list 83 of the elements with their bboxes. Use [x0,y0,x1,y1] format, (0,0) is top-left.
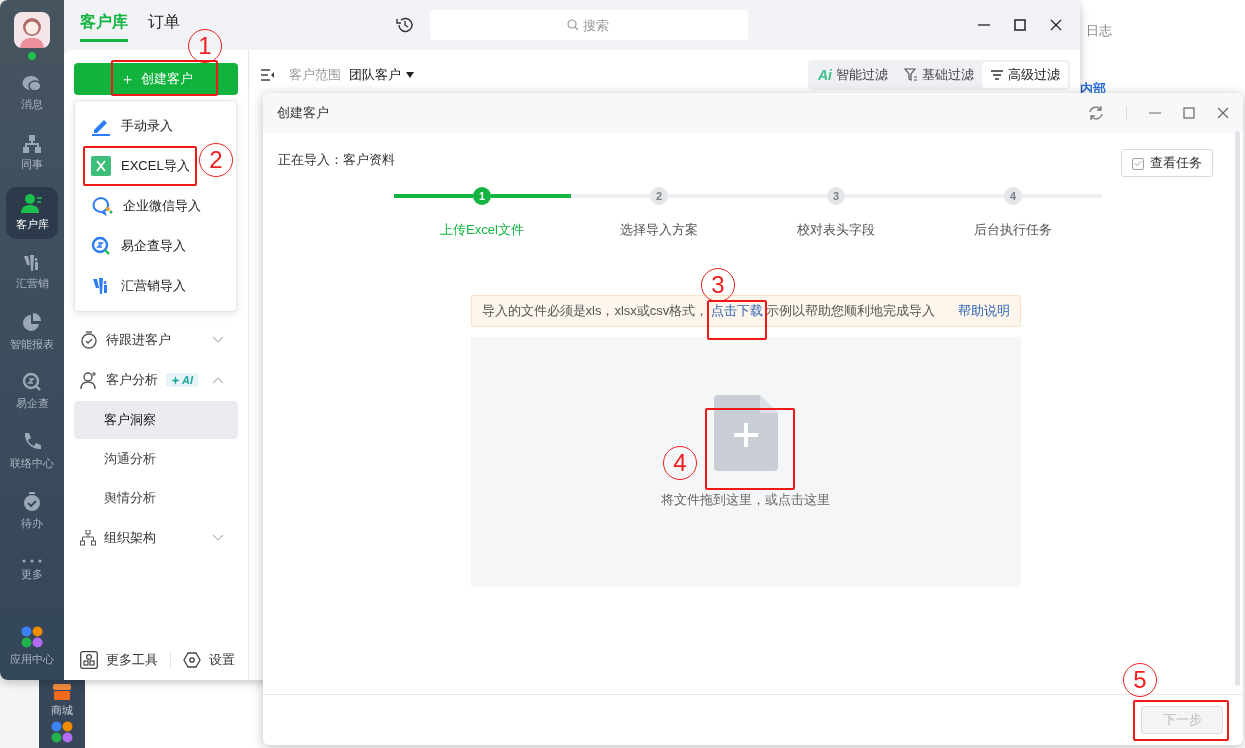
add-file-icon [713,395,778,471]
nav-rail-item[interactable]: 汇营销 [6,246,58,299]
spreadsheet-icon [91,156,111,176]
highlight-frame [707,300,767,340]
pie-chart-icon [22,312,42,333]
nav-rail-item[interactable]: 同事 [6,127,58,180]
scope-dropdown[interactable]: 团队客户 [349,66,414,84]
magnifier-icon [22,372,42,393]
org-chart-icon [22,134,42,153]
footer-link[interactable]: 设置 [183,651,235,669]
step-label: 上传Excel文件 [440,221,524,239]
filter-button[interactable]: Ai 智能过滤 [810,62,896,88]
nav-item[interactable]: 待跟进客户 [64,320,248,360]
nav-rail-item[interactable]: 应用中心 [6,620,58,673]
filter-button[interactable]: 高级过滤 [982,62,1068,88]
stopwatch-icon [80,331,98,349]
clipboard-icon [1132,156,1144,170]
download-link[interactable]: 点击下载 [708,303,767,318]
step-number: 3 [827,187,845,205]
tab-label: 日志 [1086,22,1112,40]
step-number: 2 [650,187,668,205]
view-tasks-button[interactable]: 查看任务 [1121,149,1213,177]
menu-item[interactable]: 企业微信导入 [86,189,201,223]
close-icon[interactable] [1050,19,1062,31]
collapse-icon[interactable] [261,69,275,81]
scrollbar[interactable] [1235,131,1240,686]
nav-subitem[interactable]: 沟通分析 [74,440,238,478]
search-field[interactable]: 搜索 [430,10,748,40]
filter-icon [990,69,1004,81]
footer-link[interactable]: 更多工具 [80,651,158,669]
nav-rail-item[interactable]: 联络中心 [6,425,58,478]
dialog-title: 创建客户 [277,104,329,122]
nav-item[interactable]: 客户分析 AI [64,360,248,400]
avatar[interactable] [14,12,50,48]
history-icon[interactable] [396,16,414,34]
nav-rail-item[interactable]: 易企查 [6,366,58,418]
menu-item[interactable]: 易企查导入 [86,229,186,263]
step-number: 4 [1004,187,1022,205]
settings-icon [183,652,201,668]
menu-item[interactable]: 汇营销导入 [86,269,186,303]
magnifier-icon [91,236,111,256]
stopwatch-icon [22,491,42,512]
maximize-icon[interactable] [1014,19,1026,31]
phone-icon [22,431,42,452]
import-status-text: 正在导入：客户资料 [278,151,395,169]
refresh-icon[interactable] [1088,105,1104,121]
nav-item[interactable]: 组织架构 [64,518,248,558]
nav-rail-item[interactable]: 待办 [6,485,58,537]
apps-icon [51,721,73,743]
nav-subitem[interactable]: 舆情分析 [74,479,238,517]
help-link[interactable]: 帮助说明 [957,302,1010,320]
ai-icon: Ai [818,67,832,83]
funnel-icon [904,68,918,82]
org-chart-icon [80,530,96,546]
apps-icon [21,625,43,648]
more-icon [22,559,42,564]
caret-icon [406,72,414,78]
nav-rail-item[interactable]: 更多 [6,544,58,597]
person-icon [80,371,98,389]
filter-button[interactable]: 基础过滤 [896,62,982,88]
menu-item[interactable]: EXCEL导入 [86,149,190,183]
chat-bubble-icon [91,196,113,216]
menu-item[interactable]: 手动录入 [86,109,173,143]
person-icon [21,193,43,214]
step-label: 校对表头字段 [797,221,875,239]
nav-subitem[interactable]: 客户洞察 [74,401,238,439]
sidebar-label[interactable]: 商城 [51,703,73,718]
toolbox-icon [80,651,98,669]
nav-rail-item[interactable]: 智能报表 [6,306,58,358]
step-label: 选择导入方案 [620,221,698,239]
notice-text: 导入的文件必须是xls，xlsx或csv格式， 点击下载 示例以帮助您顺利地完成导入 [481,302,936,320]
step-label: 后台执行任务 [974,221,1052,239]
nav-rail-item[interactable]: 客户库 [6,187,58,239]
ai-badge: AI [166,373,198,387]
field-label: 客户范围 [289,66,341,84]
drop-hint: 将文件拖到这里，或点击这里 [661,491,830,509]
search-icon [567,19,579,31]
sparkle-icon [171,375,180,385]
chat-icon [22,75,42,94]
shop-icon [53,684,71,700]
step-number: 1 [473,187,491,205]
tab[interactable]: 订单 [148,8,180,42]
nav-rail-item[interactable]: 消息 [6,67,58,120]
